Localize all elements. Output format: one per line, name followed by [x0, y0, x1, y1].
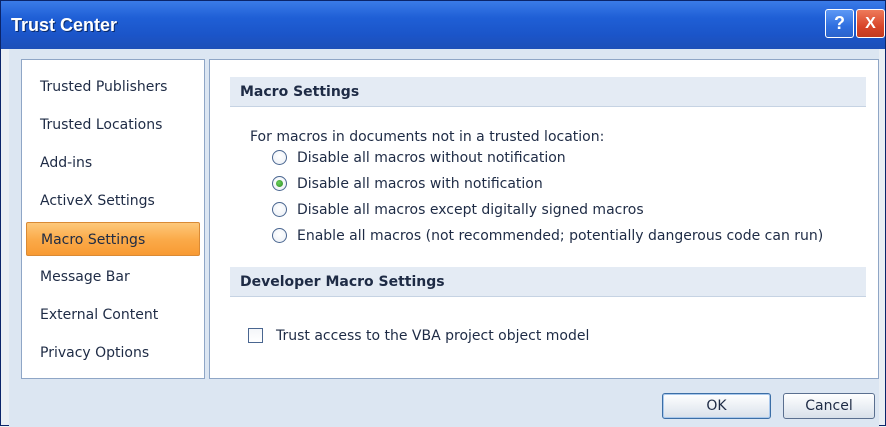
- window-title: Trust Center: [11, 15, 118, 35]
- sidebar-item-trusted-locations[interactable]: Trusted Locations: [26, 108, 200, 142]
- vba-trust-checkbox[interactable]: [248, 328, 263, 343]
- sidebar-item-message-bar[interactable]: Message Bar: [26, 260, 200, 294]
- macro-settings-header: Macro Settings: [230, 77, 866, 107]
- sidebar-item-trusted-publishers[interactable]: Trusted Publishers: [26, 70, 200, 104]
- title-bar[interactable]: Trust Center ? X: [1, 1, 885, 49]
- sidebar-item-privacy-options[interactable]: Privacy Options: [26, 336, 200, 370]
- close-icon[interactable]: X: [856, 9, 885, 38]
- radio-label: Enable all macros (not recommended; pote…: [297, 228, 824, 244]
- developer-settings-header: Developer Macro Settings: [230, 267, 866, 297]
- radio-label: Disable all macros without notification: [297, 150, 566, 166]
- macro-settings-intro: For macros in documents not in a trusted…: [250, 129, 605, 145]
- sidebar-item-add-ins[interactable]: Add-ins: [26, 146, 200, 180]
- sidebar-nav: Trusted Publishers Trusted Locations Add…: [21, 59, 205, 379]
- help-icon[interactable]: ?: [825, 9, 854, 38]
- sidebar-item-macro-settings[interactable]: Macro Settings: [26, 222, 200, 256]
- ok-button[interactable]: OK: [662, 393, 771, 419]
- settings-panel: Macro Settings For macros in documents n…: [209, 59, 879, 379]
- sidebar-item-activex-settings[interactable]: ActiveX Settings: [26, 184, 200, 218]
- radio-label: Disable all macros except digitally sign…: [297, 202, 644, 218]
- sidebar-item-external-content[interactable]: External Content: [26, 298, 200, 332]
- radio-button-selected[interactable]: [272, 176, 287, 191]
- radio-button[interactable]: [272, 228, 287, 243]
- dialog-body: Trusted Publishers Trusted Locations Add…: [9, 49, 879, 427]
- radio-button[interactable]: [272, 202, 287, 217]
- radio-label: Disable all macros with notification: [297, 176, 543, 192]
- trust-center-dialog: Trust Center ? X Trusted Publishers Trus…: [0, 0, 886, 427]
- vba-trust-label: Trust access to the VBA project object m…: [276, 328, 590, 344]
- radio-button[interactable]: [272, 150, 287, 165]
- cancel-button[interactable]: Cancel: [783, 393, 875, 419]
